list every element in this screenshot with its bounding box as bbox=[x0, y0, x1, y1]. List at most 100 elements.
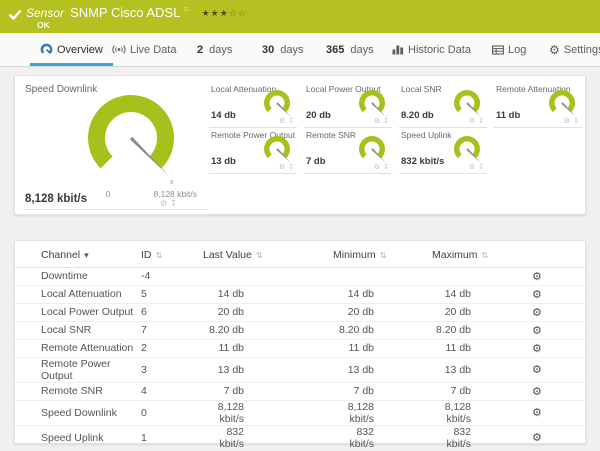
gauge-scale-max: 8,128 kbit/s bbox=[141, 189, 197, 199]
gauge-pin-icon[interactable] bbox=[383, 163, 389, 171]
tab-label: Historic Data bbox=[408, 44, 471, 56]
tab-365-days[interactable]: 365 days bbox=[326, 33, 374, 66]
gauge-settings-icon[interactable] bbox=[279, 163, 285, 171]
cell-minimum: 11 db bbox=[333, 339, 432, 357]
cell-minimum: 14 db bbox=[333, 285, 432, 303]
gauge-pin-icon[interactable] bbox=[478, 117, 484, 125]
tab-log[interactable]: Log bbox=[492, 33, 526, 66]
channel-settings-icon[interactable] bbox=[532, 288, 542, 301]
divider bbox=[23, 209, 207, 210]
sort-icon bbox=[156, 251, 163, 260]
table-row-local-attenuation: Local Attenuation 5 14 db 14 db 14 db bbox=[15, 285, 585, 303]
gauge-cell-remote-snr: Remote SNR 7 db bbox=[304, 130, 392, 174]
gauge-pin-icon[interactable] bbox=[288, 117, 294, 125]
cell-minimum bbox=[333, 267, 432, 285]
gauge-settings-icon[interactable] bbox=[469, 117, 475, 125]
tab-settings[interactable]: Settings bbox=[549, 33, 600, 66]
gauge-pin-icon[interactable] bbox=[573, 117, 579, 125]
tab-live-data[interactable]: Live Data bbox=[112, 33, 176, 66]
cell-last-value: 8,128 kbit/s bbox=[203, 400, 333, 425]
sort-desc-icon bbox=[84, 251, 89, 260]
channel-settings-icon[interactable] bbox=[532, 363, 542, 376]
gear-icon bbox=[549, 43, 560, 57]
gauge-settings-icon[interactable] bbox=[279, 117, 285, 125]
gauge-settings-icon[interactable] bbox=[374, 163, 380, 171]
gauge-settings-icon[interactable] bbox=[374, 117, 380, 125]
column-header-actions bbox=[520, 243, 585, 267]
cell-id: 0 bbox=[141, 400, 203, 425]
cell-last-value: 14 db bbox=[203, 285, 333, 303]
status-text: OK bbox=[37, 20, 50, 30]
column-header-minimum[interactable]: Minimum bbox=[333, 243, 432, 267]
channel-settings-icon[interactable] bbox=[532, 324, 542, 337]
cell-channel: Remote Attenuation bbox=[15, 339, 141, 357]
tab-label: days bbox=[209, 44, 232, 56]
prtg-sensor-page: Sensor SNMP Cisco ADSL ★★★☆☆ OK Overview… bbox=[0, 0, 600, 451]
channel-settings-icon[interactable] bbox=[532, 342, 542, 355]
gauge-settings-icon[interactable] bbox=[469, 163, 475, 171]
gauge-value: 11 db bbox=[496, 110, 520, 121]
table-header-row: Channel ID Last Value Minimum Maximum bbox=[15, 243, 585, 267]
cell-id: 6 bbox=[141, 303, 203, 321]
tab-historic-data[interactable]: Historic Data bbox=[392, 33, 471, 66]
channel-settings-icon[interactable] bbox=[532, 385, 542, 398]
gauge-title: Speed Uplink bbox=[401, 130, 452, 140]
sort-icon bbox=[380, 251, 387, 260]
status-banner: Sensor SNMP Cisco ADSL ★★★☆☆ OK bbox=[0, 0, 600, 33]
cell-id: 3 bbox=[141, 357, 203, 382]
cell-last-value: 13 db bbox=[203, 357, 333, 382]
sort-icon bbox=[256, 251, 263, 260]
gauge-settings-icon[interactable] bbox=[564, 117, 570, 125]
tab-number: 30 bbox=[262, 44, 274, 56]
table-row-downtime: Downtime -4 bbox=[15, 267, 585, 285]
cell-channel: Local SNR bbox=[15, 321, 141, 339]
channel-settings-icon[interactable] bbox=[532, 431, 542, 444]
gauges-card: Speed Downlink x 0 8,128 kbit/s 8,128 kb… bbox=[14, 75, 586, 215]
priority-stars[interactable]: ★★★☆☆ bbox=[202, 8, 247, 19]
cell-channel: Remote SNR bbox=[15, 382, 141, 400]
table-row-speed-downlink: Speed Downlink 0 8,128 kbit/s 8,128 kbit… bbox=[15, 400, 585, 425]
cell-channel: Speed Downlink bbox=[15, 400, 141, 425]
gauge-icon bbox=[40, 43, 53, 56]
sensor-title: SNMP Cisco ADSL bbox=[70, 5, 180, 20]
gauge-pin-icon[interactable] bbox=[170, 199, 177, 208]
column-header-id[interactable]: ID bbox=[141, 243, 203, 267]
channel-settings-icon[interactable] bbox=[532, 270, 542, 283]
cell-channel: Local Power Output bbox=[15, 303, 141, 321]
table-row-remote-attenuation: Remote Attenuation 2 11 db 11 db 11 db bbox=[15, 339, 585, 357]
cell-minimum: 20 db bbox=[333, 303, 432, 321]
column-header-last-value[interactable]: Last Value bbox=[203, 243, 333, 267]
cell-minimum: 8.20 db bbox=[333, 321, 432, 339]
channel-settings-icon[interactable] bbox=[532, 306, 542, 319]
tab-label: days bbox=[280, 44, 303, 56]
gauge-scale-min: 0 bbox=[99, 189, 117, 199]
tab-2-days[interactable]: 2 days bbox=[197, 33, 232, 66]
table-row-remote-power-output: Remote Power Output 3 13 db 13 db 13 db bbox=[15, 357, 585, 382]
channel-settings-icon[interactable] bbox=[532, 406, 542, 419]
cell-maximum bbox=[432, 267, 520, 285]
gauge-cell-remote-power-output: Remote Power Output 13 db bbox=[209, 130, 297, 174]
gauge-settings-icon[interactable] bbox=[160, 199, 167, 208]
tab-number: 365 bbox=[326, 44, 344, 56]
cell-maximum: 11 db bbox=[432, 339, 520, 357]
gauge-pin-icon[interactable] bbox=[383, 117, 389, 125]
tab-overview[interactable]: Overview bbox=[40, 33, 103, 66]
cell-channel: Speed Uplink bbox=[15, 425, 141, 450]
cell-minimum: 8,128 kbit/s bbox=[333, 400, 432, 425]
gauge-cell-local-snr: Local SNR 8.20 db bbox=[399, 84, 487, 128]
tab-label: Overview bbox=[57, 44, 103, 56]
cell-last-value: 832 kbit/s bbox=[203, 425, 333, 450]
tab-number: 2 bbox=[197, 44, 203, 56]
gauge-title: Remote SNR bbox=[306, 130, 356, 140]
tab-30-days[interactable]: 30 days bbox=[262, 33, 304, 66]
tab-label: Settings bbox=[564, 44, 600, 56]
cell-maximum: 7 db bbox=[432, 382, 520, 400]
column-header-maximum[interactable]: Maximum bbox=[432, 243, 520, 267]
gauge-cell-remote-attenuation: Remote Attenuation 11 db bbox=[494, 84, 582, 128]
cell-last-value: 8.20 db bbox=[203, 321, 333, 339]
column-header-channel[interactable]: Channel bbox=[15, 243, 141, 267]
sensor-type-label: Sensor bbox=[26, 6, 64, 20]
gauge-pin-icon[interactable] bbox=[288, 163, 294, 171]
gauge-value: 7 db bbox=[306, 156, 326, 167]
gauge-pin-icon[interactable] bbox=[478, 163, 484, 171]
